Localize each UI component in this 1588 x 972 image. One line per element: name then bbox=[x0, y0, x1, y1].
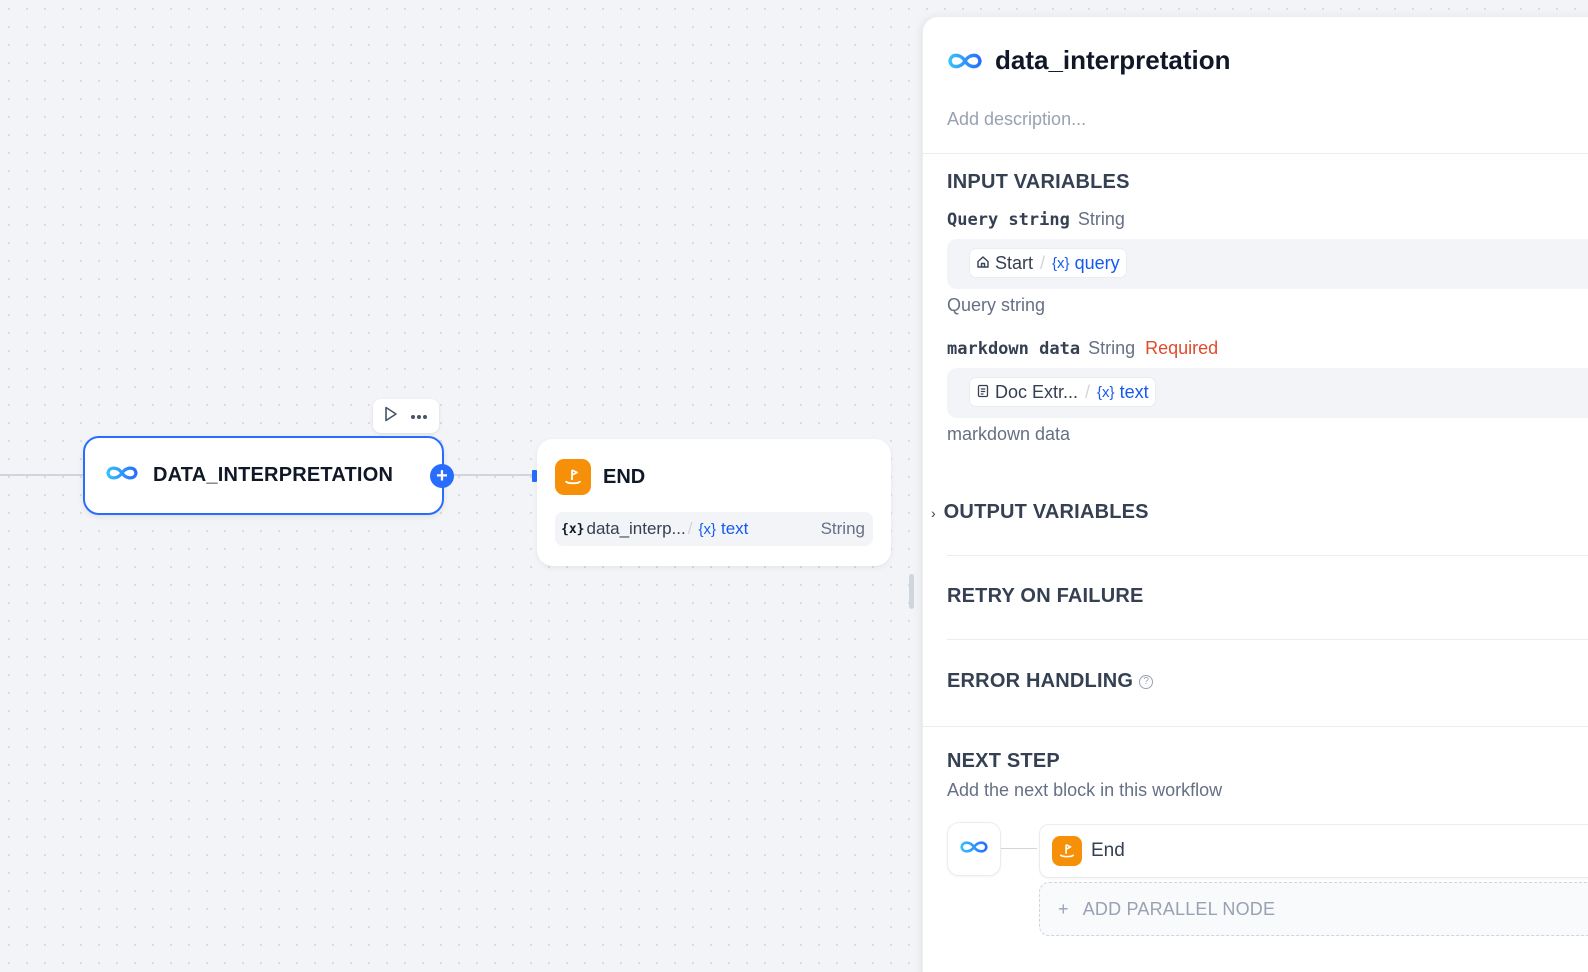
separator: / bbox=[1085, 381, 1091, 402]
panel-resize-handle[interactable] bbox=[909, 574, 914, 609]
panel-title[interactable]: data_interpretation bbox=[995, 45, 1231, 76]
node-config-panel: data_interpretation Add description... I… bbox=[922, 16, 1588, 972]
next-step-connector bbox=[1001, 848, 1037, 849]
end-flag-icon bbox=[1052, 836, 1082, 866]
edge-llm-to-end bbox=[454, 474, 534, 476]
input-variable-header: markdown data String Required bbox=[947, 338, 1218, 359]
infinity-icon bbox=[959, 839, 989, 860]
variable-chip[interactable]: Start / {x} query bbox=[969, 248, 1127, 278]
document-icon bbox=[976, 382, 990, 403]
play-icon[interactable] bbox=[384, 406, 398, 427]
divider bbox=[923, 153, 1588, 154]
end-flag-icon bbox=[555, 459, 591, 495]
current-node-thumb bbox=[947, 822, 1001, 876]
input-variable-name: markdown data bbox=[947, 339, 1081, 359]
infinity-icon bbox=[947, 51, 983, 76]
error-handling-title: ERROR HANDLING bbox=[947, 670, 1134, 692]
variable-selector[interactable]: Doc Extr... / {x} text bbox=[947, 368, 1588, 418]
next-node-label: End bbox=[1091, 840, 1125, 861]
help-icon[interactable]: ? bbox=[1139, 674, 1154, 689]
add-parallel-node-label: ADD PARALLEL NODE bbox=[1082, 898, 1276, 919]
home-icon bbox=[976, 253, 990, 274]
infinity-icon bbox=[105, 464, 139, 487]
variable-tag: {x} bbox=[1052, 254, 1070, 272]
divider bbox=[947, 639, 1588, 640]
input-variable-help: markdown data bbox=[947, 424, 1071, 444]
variable-icon: {x} bbox=[561, 521, 585, 537]
input-variable-name: Query string bbox=[947, 210, 1070, 230]
retry-on-failure-title[interactable]: RETRY ON FAILURE bbox=[947, 585, 1144, 608]
node-toolbar bbox=[373, 399, 439, 433]
separator: / bbox=[1040, 252, 1046, 273]
end-output-variable: {x} data_interp... / {x} text String bbox=[555, 512, 873, 546]
variable-tag: {x} bbox=[1097, 383, 1115, 401]
divider bbox=[923, 726, 1588, 727]
variable-source: data_interp... bbox=[586, 519, 686, 538]
llm-node-data-interpretation[interactable]: DATA_INTERPRETATION bbox=[83, 436, 444, 515]
separator: / bbox=[687, 519, 693, 538]
error-handling-header[interactable]: ERROR HANDLING ? bbox=[947, 670, 1154, 693]
source-node-name: Doc Extr... bbox=[995, 381, 1079, 402]
plus-icon: + bbox=[1058, 898, 1069, 919]
required-badge: Required bbox=[1145, 338, 1219, 358]
end-node-title: END bbox=[603, 465, 646, 488]
variable-tag: {x} bbox=[698, 520, 716, 538]
output-variables-toggle[interactable]: › OUTPUT VARIABLES bbox=[931, 501, 1149, 524]
edge-incoming bbox=[0, 474, 84, 476]
input-variable-type: String bbox=[1077, 209, 1125, 229]
input-variable-help: Query string bbox=[947, 295, 1046, 315]
input-variable-header: Query string String bbox=[947, 209, 1125, 230]
add-next-node-handle[interactable]: + bbox=[430, 464, 454, 488]
chevron-right-icon: › bbox=[931, 504, 936, 521]
end-node[interactable]: END {x} data_interp... / {x} text String bbox=[537, 439, 891, 566]
next-step-subtitle: Add the next block in this workflow bbox=[947, 780, 1223, 800]
more-horizontal-icon[interactable] bbox=[410, 407, 428, 425]
source-node-name: Start bbox=[995, 252, 1034, 273]
variable-name: query bbox=[1074, 252, 1120, 273]
variable-type: String bbox=[820, 519, 865, 538]
input-variables-title: INPUT VARIABLES bbox=[947, 171, 1130, 193]
divider bbox=[947, 555, 1588, 556]
variable-name: text bbox=[1119, 381, 1149, 402]
description-input[interactable]: Add description... bbox=[947, 109, 1086, 130]
input-variable-type: String bbox=[1088, 338, 1136, 358]
add-parallel-node-button[interactable]: + ADD PARALLEL NODE bbox=[1039, 882, 1588, 936]
variable-name: text bbox=[721, 519, 749, 538]
llm-node-title: DATA_INTERPRETATION bbox=[153, 464, 394, 486]
next-node-end[interactable]: End bbox=[1039, 824, 1588, 878]
variable-selector[interactable]: Start / {x} query bbox=[947, 239, 1588, 289]
variable-chip[interactable]: Doc Extr... / {x} text bbox=[969, 377, 1156, 407]
next-step-title: NEXT STEP bbox=[947, 750, 1060, 772]
output-variables-title: OUTPUT VARIABLES bbox=[943, 501, 1149, 523]
